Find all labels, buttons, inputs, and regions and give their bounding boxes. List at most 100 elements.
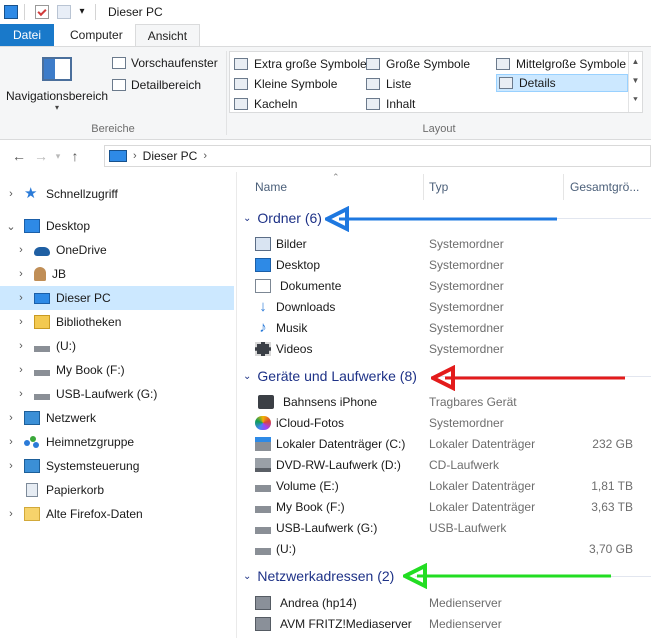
back-arrow-icon[interactable]: ←: [8, 148, 30, 164]
table-row[interactable]: My Book (F:) Lokaler Datenträger 3,63 TB: [255, 496, 651, 517]
group-divider: [349, 218, 651, 219]
table-row[interactable]: DVD-RW-Laufwerk (D:) CD-Laufwerk: [255, 454, 651, 475]
navigation-pane-button[interactable]: Navigationsbereich ▾: [6, 57, 108, 112]
chevron-right-icon[interactable]: ›: [6, 508, 16, 520]
nav-item-heimnetzgruppe[interactable]: › Heimnetzgruppe: [0, 430, 234, 454]
nav-item-onedrive[interactable]: › OneDrive: [0, 238, 234, 262]
table-row[interactable]: USB-Laufwerk (G:) USB-Laufwerk: [255, 517, 651, 538]
nav-item-desktop[interactable]: ⌄ Desktop: [0, 214, 234, 238]
nav-item-alte-firefox-daten[interactable]: › Alte Firefox-Daten: [0, 502, 234, 526]
properties-icon[interactable]: [35, 5, 49, 19]
table-row[interactable]: AVM FRITZ!Mediaserver Medienserver: [255, 613, 651, 634]
chevron-right-icon[interactable]: ›: [16, 316, 26, 328]
layout-list[interactable]: Liste: [366, 75, 411, 93]
cloud-icon: [34, 247, 50, 256]
table-row[interactable]: iCloud-Fotos Systemordner: [255, 412, 651, 433]
table-row[interactable]: ↓ Downloads Systemordner: [255, 296, 651, 317]
item-size: 232 GB: [592, 436, 633, 451]
table-row[interactable]: Dokumente Systemordner: [255, 275, 651, 296]
chevron-down-icon[interactable]: ⌄: [6, 220, 16, 233]
table-row[interactable]: Bilder Systemordner: [255, 233, 651, 254]
tab-datei[interactable]: Datei: [0, 24, 54, 46]
nav-item-dieser-pc[interactable]: › Dieser PC: [0, 286, 234, 310]
chevron-down-icon[interactable]: ⌄: [243, 213, 251, 224]
group-header-geraete-und-laufwerke[interactable]: ⌄ Geräte und Laufwerke (8): [243, 365, 417, 387]
up-arrow-icon[interactable]: ↑: [64, 148, 86, 164]
nav-item-schnellzugriff[interactable]: › ★ Schnellzugriff: [0, 182, 234, 206]
nav-item-systemsteuerung[interactable]: › Systemsteuerung: [0, 454, 234, 478]
nav-item-u-drive[interactable]: › (U:): [0, 334, 234, 358]
layout-small-icons[interactable]: Kleine Symbole: [234, 75, 337, 93]
breadcrumb-chevron-icon[interactable]: ›: [203, 150, 207, 162]
pictures-icon: [255, 236, 271, 251]
preview-pane-button[interactable]: Vorschaufenster: [112, 53, 218, 72]
chevron-right-icon[interactable]: ›: [6, 188, 16, 200]
chevron-down-icon[interactable]: ▼: [629, 71, 642, 90]
table-row[interactable]: Desktop Systemordner: [255, 254, 651, 275]
nav-item-bibliotheken[interactable]: › Bibliotheken: [0, 310, 234, 334]
layout-item-label: Kacheln: [254, 97, 298, 111]
layout-gallery-scroller[interactable]: ▲ ▼ ⯆: [628, 52, 642, 112]
chevron-right-icon[interactable]: ›: [6, 436, 16, 448]
table-row[interactable]: Lokaler Datenträger (C:) Lokaler Datentr…: [255, 433, 651, 454]
tab-computer[interactable]: Computer: [58, 24, 135, 46]
chevron-down-icon[interactable]: ⌄: [243, 371, 251, 382]
chevron-right-icon[interactable]: ›: [16, 340, 26, 352]
chevron-right-icon[interactable]: ›: [16, 268, 26, 280]
column-divider[interactable]: [563, 174, 564, 200]
breadcrumb-chevron-icon[interactable]: ›: [133, 150, 137, 162]
drive-icon: [255, 547, 271, 555]
chevron-up-icon[interactable]: ▲: [629, 52, 642, 71]
address-bar[interactable]: › Dieser PC ›: [104, 145, 651, 167]
forward-arrow-icon[interactable]: →: [30, 148, 52, 164]
item-name: Downloads: [276, 299, 336, 314]
nav-item-usb-laufwerk[interactable]: › USB-Laufwerk (G:): [0, 382, 234, 406]
item-name: Bahnsens iPhone: [283, 394, 378, 409]
group-bereiche: Navigationsbereich ▾ Vorschaufenster Det…: [0, 47, 226, 139]
table-row[interactable]: (U:) 3,70 GB: [255, 538, 651, 559]
expand-gallery-icon[interactable]: ⯆: [629, 90, 642, 109]
chevron-right-icon[interactable]: ›: [16, 292, 26, 304]
table-row[interactable]: Videos Systemordner: [255, 338, 651, 359]
chevron-right-icon[interactable]: ›: [6, 460, 16, 472]
layout-extra-large-icons[interactable]: Extra große Symbole: [234, 55, 367, 73]
column-header-name[interactable]: Name: [255, 172, 287, 202]
nav-item-my-book[interactable]: › My Book (F:): [0, 358, 234, 382]
pc-icon[interactable]: [4, 5, 18, 19]
chevron-down-icon[interactable]: ⌄: [243, 571, 251, 582]
item-type: USB-Laufwerk: [429, 520, 507, 535]
chevron-right-icon[interactable]: ›: [16, 388, 26, 400]
layout-item-label: Inhalt: [386, 97, 416, 111]
breadcrumb[interactable]: Dieser PC: [143, 149, 198, 163]
details-pane-button[interactable]: Detailbereich: [112, 75, 201, 94]
layout-medium-icons[interactable]: Mittelgroße Symbole: [496, 55, 626, 73]
nav-item-netzwerk[interactable]: › Netzwerk: [0, 406, 234, 430]
column-divider[interactable]: [423, 174, 424, 200]
layout-content[interactable]: Inhalt: [366, 95, 415, 113]
layout-tiles[interactable]: Kacheln: [234, 95, 297, 113]
chevron-right-icon[interactable]: ›: [16, 244, 26, 256]
table-row[interactable]: Andrea (hp14) Medienserver: [255, 592, 651, 613]
chevron-right-icon[interactable]: ›: [16, 364, 26, 376]
column-header-size[interactable]: Gesamtgrö...: [570, 172, 639, 202]
table-row[interactable]: Bahnsens iPhone Tragbares Gerät: [255, 391, 651, 412]
table-row[interactable]: Volume (E:) Lokaler Datenträger 1,81 TB: [255, 475, 651, 496]
new-folder-icon[interactable]: [57, 5, 71, 19]
column-header-type[interactable]: Typ: [429, 172, 448, 202]
quick-access-separator: [24, 4, 25, 20]
group-header-netzwerkadressen[interactable]: ⌄ Netzwerkadressen (2): [243, 565, 394, 587]
layout-large-icons[interactable]: Große Symbole: [366, 55, 470, 73]
details-pane-icon: [112, 78, 126, 91]
group-header-ordner[interactable]: ⌄ Ordner (6): [243, 207, 322, 229]
file-list: Name ⌃ Typ Gesamtgrö... ⌄ Ordner (6) Bil…: [237, 172, 651, 638]
item-name: Volume (E:): [276, 478, 339, 493]
tab-ansicht[interactable]: Ansicht: [134, 24, 201, 47]
customize-quick-access-icon[interactable]: ▾: [75, 5, 89, 19]
recent-locations-icon[interactable]: ▾: [52, 151, 64, 162]
nav-item-papierkorb[interactable]: Papierkorb: [0, 478, 234, 502]
nav-item-jb[interactable]: › JB: [0, 262, 234, 286]
table-row[interactable]: ♪ Musik Systemordner: [255, 317, 651, 338]
layout-details[interactable]: Details: [496, 74, 628, 92]
nav-item-label: Schnellzugriff: [46, 187, 118, 201]
chevron-right-icon[interactable]: ›: [6, 412, 16, 424]
